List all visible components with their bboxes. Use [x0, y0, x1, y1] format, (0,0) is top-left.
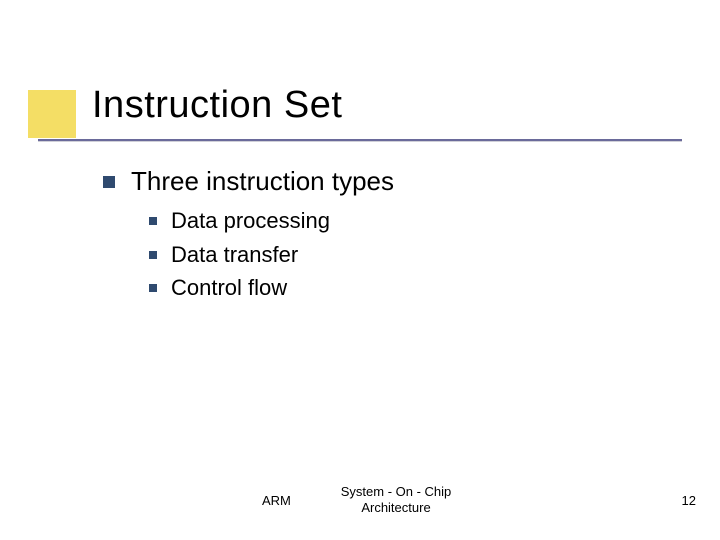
slide-body: Three instruction types Data processing … [103, 166, 663, 308]
level2-text: Data processing [171, 207, 330, 235]
slide: Instruction Set Three instruction types … [0, 0, 720, 540]
slide-title: Instruction Set [92, 84, 342, 127]
title-underline [38, 139, 682, 141]
bullet-level2: Data processing [149, 207, 663, 235]
footer-center-text: System - On - Chip Architecture [316, 484, 476, 517]
sub-bullets: Data processing Data transfer Control fl… [149, 207, 663, 302]
square-bullet-icon [149, 217, 157, 225]
square-bullet-icon [149, 284, 157, 292]
slide-footer: ARM System - On - Chip Architecture 12 [0, 476, 720, 516]
bullet-level2: Control flow [149, 274, 663, 302]
bullet-level2: Data transfer [149, 241, 663, 269]
bullet-level1: Three instruction types [103, 166, 663, 197]
square-bullet-icon [103, 176, 115, 188]
level1-text: Three instruction types [131, 166, 394, 197]
level2-text: Data transfer [171, 241, 298, 269]
footer-left-text: ARM [262, 493, 291, 508]
accent-square [28, 90, 76, 138]
square-bullet-icon [149, 251, 157, 259]
level2-text: Control flow [171, 274, 287, 302]
page-number: 12 [682, 493, 696, 508]
